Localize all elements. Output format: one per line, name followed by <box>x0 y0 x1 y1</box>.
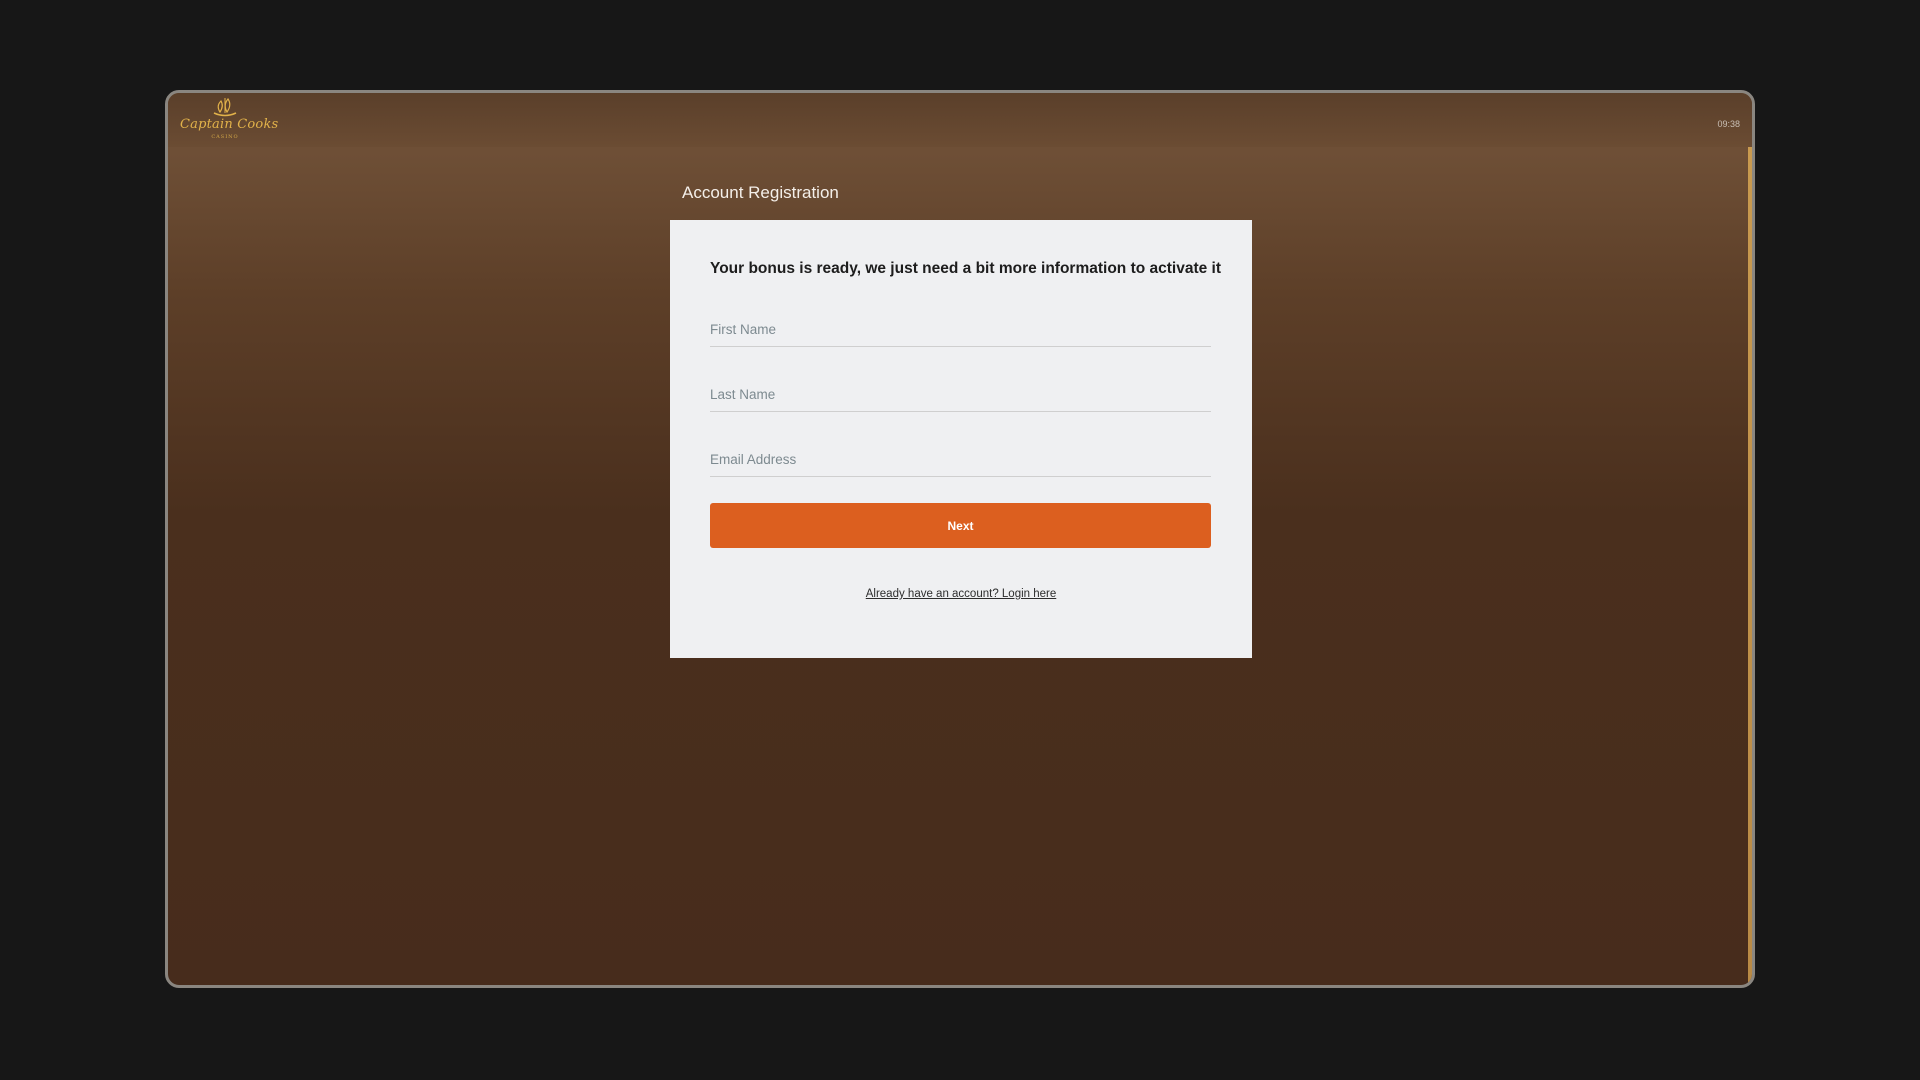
email-field <box>710 443 1211 477</box>
form-heading: Your bonus is ready, we just need a bit … <box>710 260 1222 277</box>
email-input[interactable] <box>710 443 1211 476</box>
first-name-field <box>710 313 1211 347</box>
page-title: Account Registration <box>682 183 839 202</box>
casino-logo[interactable]: Captain Cooks CASINO <box>180 97 279 143</box>
logo-wordmark: Captain Cooks <box>180 117 279 132</box>
login-link[interactable]: Already have an account? Login here <box>670 588 1252 600</box>
registration-card: Your bonus is ready, we just need a bit … <box>670 220 1252 658</box>
logo-subtext: CASINO <box>211 134 239 140</box>
last-name-field <box>710 378 1211 412</box>
first-name-input[interactable] <box>710 313 1211 346</box>
ship-logo-icon <box>213 97 237 117</box>
next-button[interactable]: Next <box>710 503 1211 548</box>
top-bar: Captain Cooks CASINO 09:38 <box>168 93 1752 147</box>
last-name-input[interactable] <box>710 378 1211 411</box>
app-window: Captain Cooks CASINO 09:38 Account Regis… <box>165 90 1755 988</box>
status-clock: 09:38 <box>1717 119 1740 129</box>
